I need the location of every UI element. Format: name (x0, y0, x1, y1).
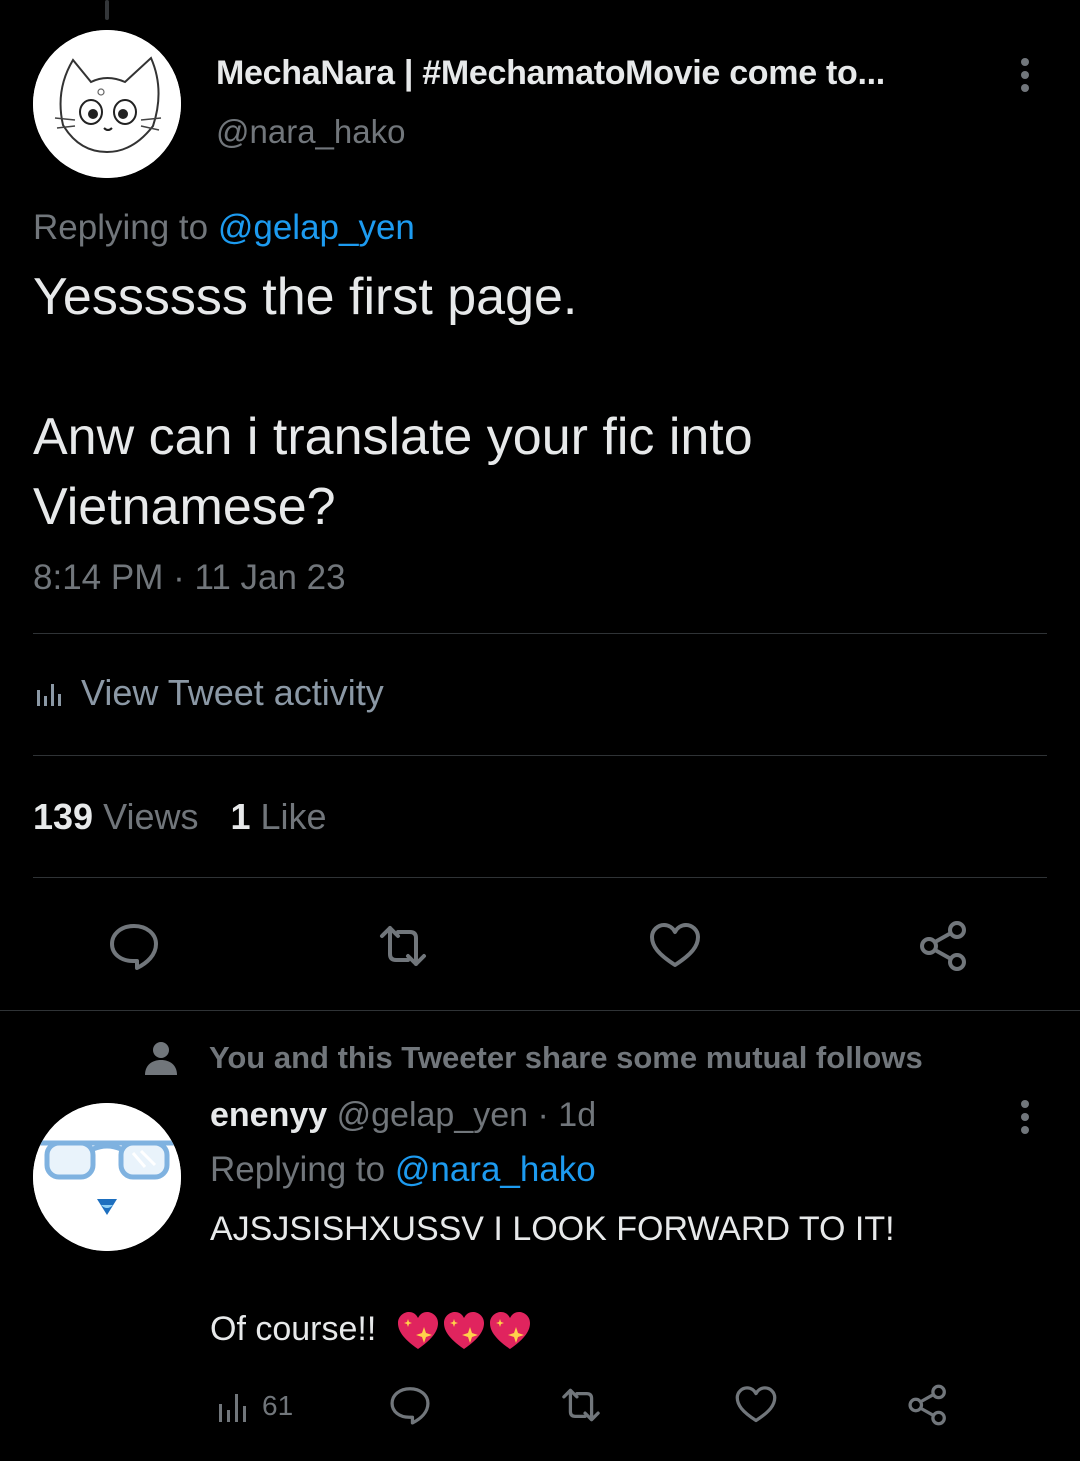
avatar[interactable] (33, 30, 181, 178)
tweet-text-line: Vietnamese? (33, 478, 336, 536)
reply-handle-time[interactable]: @gelap_yen · 1d (327, 1096, 596, 1134)
views-count: 139 (33, 796, 94, 837)
replying-prefix: Replying to (210, 1150, 395, 1189)
reply-text-line-emoji: Of course!! (210, 1306, 1040, 1353)
thread-connector-line (105, 0, 109, 20)
tweet-text-line: Yessssss the first page. (33, 268, 578, 326)
sparkling-heart-icon (443, 1312, 484, 1350)
author-handle[interactable]: @nara_hako (216, 113, 405, 151)
reply-icon (110, 924, 158, 970)
replying-to: Replying to @nara_hako (210, 1150, 596, 1190)
views-stat[interactable]: 139 Views (33, 796, 198, 837)
replying-to: Replying to @gelap_yen (33, 208, 415, 248)
share-button[interactable] (905, 1382, 951, 1428)
views-label: Views (93, 796, 199, 837)
reply-author: enenyy @gelap_yen · 1d (210, 1096, 596, 1135)
like-icon (735, 1386, 777, 1423)
tweet-text-line: Anw can i translate your fic into (33, 408, 753, 466)
sparkling-heart-icon (489, 1312, 530, 1350)
replying-to-mention[interactable]: @gelap_yen (218, 208, 415, 247)
cat-avatar-icon (33, 30, 181, 178)
replying-to-mention[interactable]: @nara_hako (395, 1150, 596, 1189)
retweet-button[interactable] (558, 1382, 604, 1428)
tweet-actions (0, 918, 1080, 974)
like-icon (650, 923, 700, 967)
reply-icon (390, 1387, 430, 1425)
reply-display-name[interactable]: enenyy (210, 1096, 327, 1134)
more-options-icon[interactable] (1010, 1097, 1040, 1137)
glasses-avatar-icon (33, 1103, 181, 1251)
view-tweet-activity[interactable]: View Tweet activity (33, 672, 384, 714)
share-icon (908, 1384, 946, 1426)
activity-label: View Tweet activity (81, 672, 384, 713)
sparkling-heart-icon (397, 1312, 438, 1350)
retweet-button[interactable] (375, 918, 431, 974)
share-icon (920, 921, 966, 971)
person-icon (145, 1042, 177, 1075)
likes-label: Like (250, 796, 327, 837)
reply-actions (0, 1382, 1080, 1428)
reply-text-line: AJSJSISHXUSSV I LOOK FORWARD TO IT! (210, 1210, 895, 1248)
reply-text: AJSJSISHXUSSV I LOOK FORWARD TO IT! Of c… (210, 1206, 1040, 1353)
more-options-icon[interactable] (1010, 55, 1040, 95)
avatar[interactable] (33, 1103, 181, 1251)
author-display-name[interactable]: MechaNara | #MechamatoMovie come to... (216, 54, 885, 93)
reply-button[interactable] (106, 918, 162, 974)
divider (0, 1010, 1080, 1011)
reply-text-line: Of course!! (210, 1310, 377, 1348)
mutual-follows-text: You and this Tweeter share some mutual f… (209, 1040, 923, 1075)
replying-prefix: Replying to (33, 208, 218, 247)
divider (33, 755, 1047, 756)
tweet-stats: 139 Views 1 Like (33, 796, 327, 838)
likes-stat[interactable]: 1 Like (230, 796, 326, 837)
mutual-follows-notice: You and this Tweeter share some mutual f… (143, 1040, 923, 1076)
like-button[interactable] (647, 918, 703, 974)
share-button[interactable] (916, 918, 972, 974)
divider (33, 633, 1047, 634)
tweet-timestamp[interactable]: 8:14 PM · 11 Jan 23 (33, 558, 346, 598)
likes-count: 1 (230, 796, 251, 837)
tweet-text: Yessssss the first page. Anw can i trans… (33, 262, 1033, 542)
retweet-icon (562, 1388, 600, 1422)
divider (33, 877, 1047, 878)
analytics-icon (37, 684, 61, 706)
retweet-icon (380, 926, 426, 966)
reply-button[interactable] (387, 1382, 433, 1428)
like-button[interactable] (733, 1382, 779, 1428)
